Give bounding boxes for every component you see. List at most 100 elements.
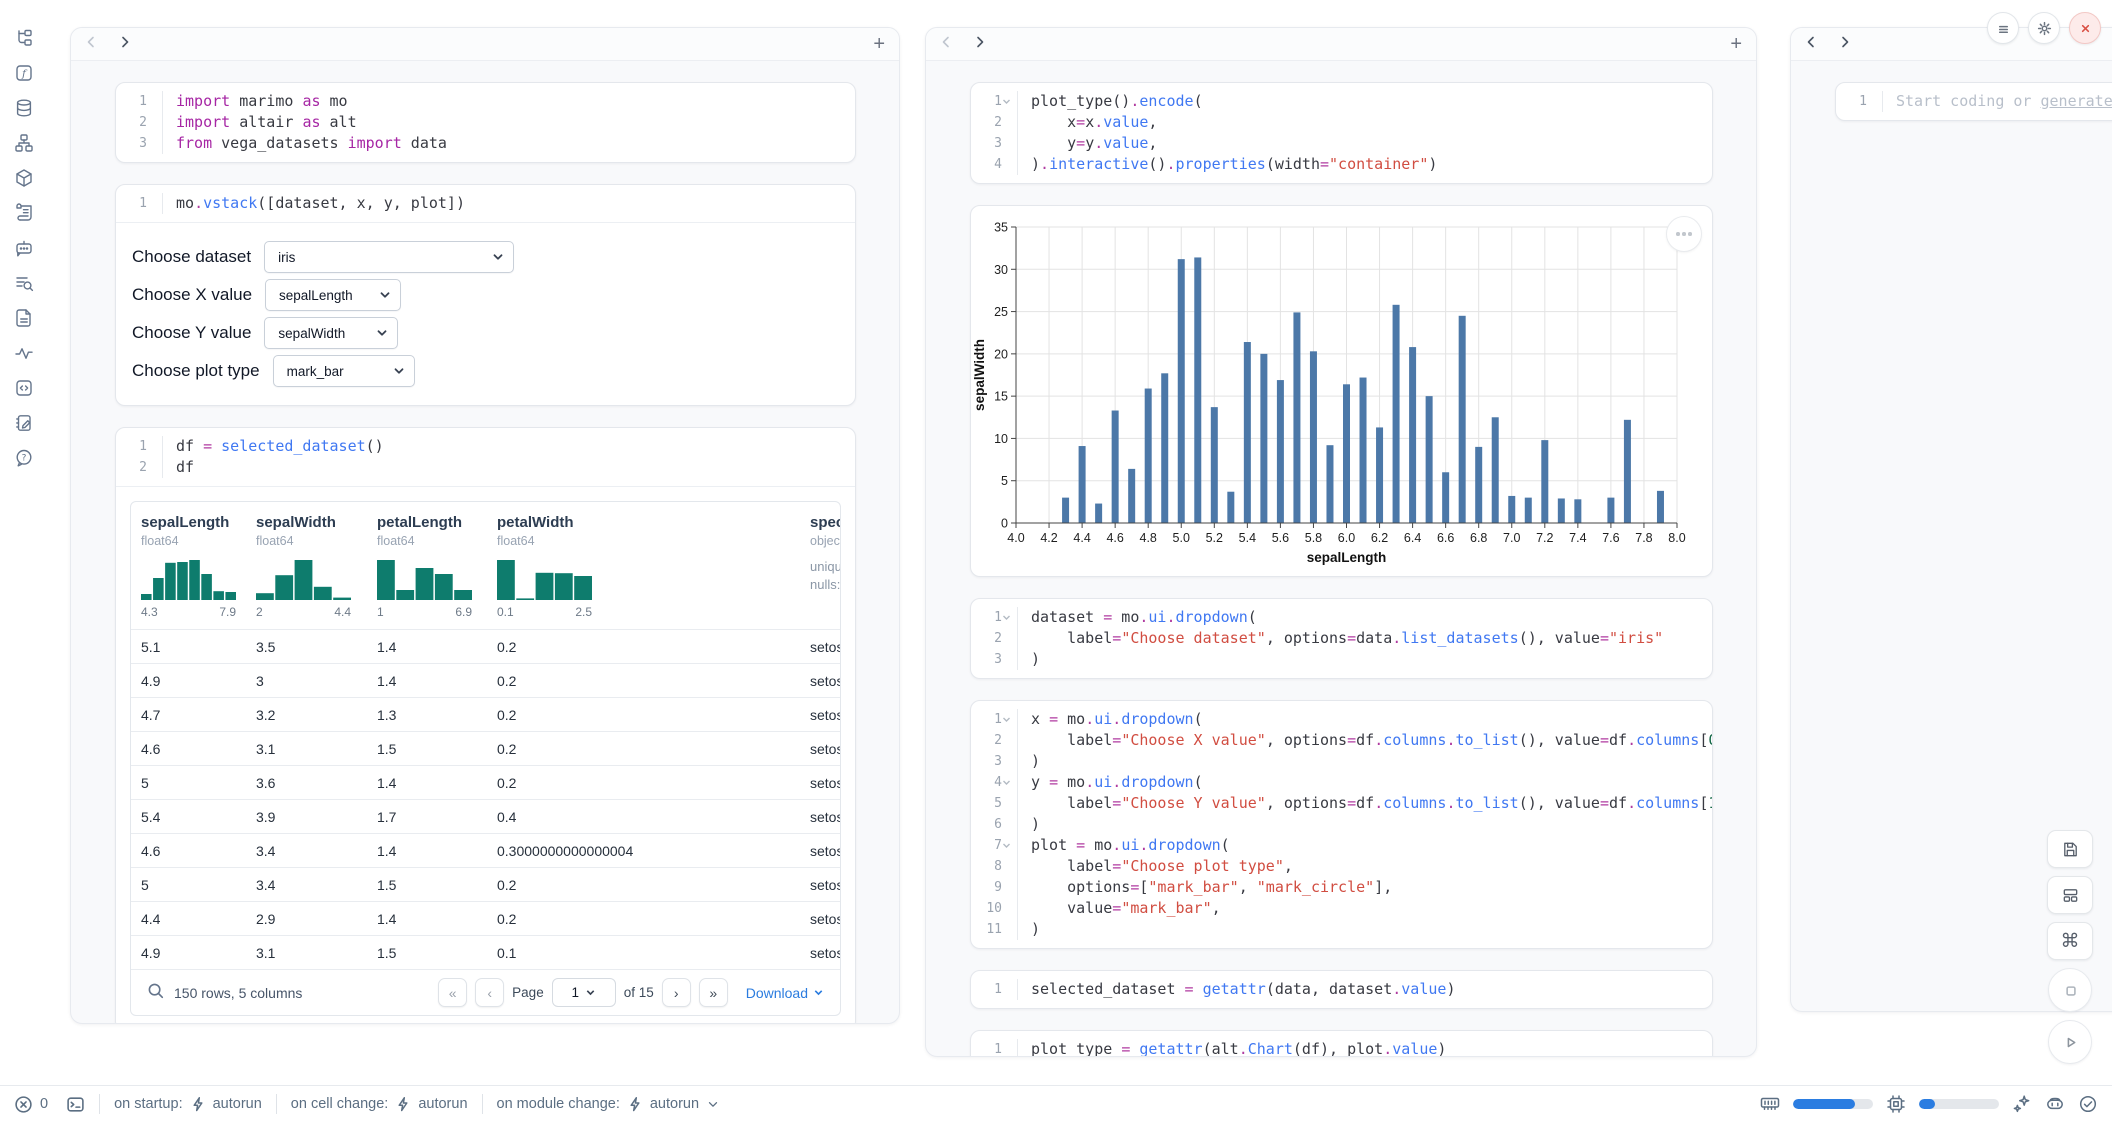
code-line: value="mark_bar", xyxy=(1031,898,1713,919)
sidebar-item-help[interactable]: ? xyxy=(10,444,37,471)
column-next-button[interactable] xyxy=(1839,35,1851,53)
fold-indicator-icon[interactable] xyxy=(1002,96,1013,107)
svg-text:7.2: 7.2 xyxy=(1536,531,1553,545)
dropdown-select-4[interactable]: mark_bar xyxy=(273,355,415,387)
menu-button[interactable] xyxy=(1987,12,2019,44)
line-number: 3 xyxy=(971,751,1017,772)
fold-indicator-icon[interactable] xyxy=(1002,714,1013,725)
close-button[interactable] xyxy=(2069,12,2101,44)
dataframe-table: sepalLengthfloat644.37.9sepalWidthfloat6… xyxy=(130,501,841,1016)
code-editor[interactable]: 1selected_dataset = getattr(data, datase… xyxy=(971,971,1712,1008)
table-header-sepalLength[interactable]: sepalLengthfloat644.37.9 xyxy=(131,502,246,629)
fold-indicator-icon[interactable] xyxy=(1002,612,1013,623)
svg-text:4.2: 4.2 xyxy=(1040,531,1057,545)
sidebar-item-snippets[interactable] xyxy=(10,374,37,401)
column-prev-button[interactable] xyxy=(1805,35,1817,53)
table-cell: 0.4 xyxy=(487,809,800,825)
sidebar-item-packages[interactable] xyxy=(10,164,37,191)
svg-text:20: 20 xyxy=(994,347,1008,361)
search-icon[interactable] xyxy=(147,982,164,1004)
next-page-button[interactable]: › xyxy=(662,978,691,1007)
table-footer: 150 rows, 5 columns«‹Page1of 15›»Downloa… xyxy=(131,969,840,1015)
column-prev-button[interactable] xyxy=(940,35,952,53)
fold-indicator-icon[interactable] xyxy=(1002,777,1013,788)
errors-indicator[interactable]: 0 xyxy=(14,1095,48,1114)
dropdown-select-3[interactable]: sepalWidth xyxy=(264,317,398,349)
connection-status-button[interactable] xyxy=(2078,1094,2098,1114)
code-editor[interactable]: 1mo.vstack([dataset, x, y, plot]) xyxy=(116,185,855,222)
settings-button[interactable] xyxy=(2028,12,2060,44)
sidebar-item-file-tree[interactable] xyxy=(10,24,37,51)
add-cell-button[interactable]: + xyxy=(1730,34,1742,54)
code-editor[interactable]: 123dataset = mo.ui.dropdown( label="Choo… xyxy=(971,599,1712,678)
code-editor[interactable]: 12df = selected_dataset()df xyxy=(116,428,855,486)
table-header-species[interactable]: speciesobjectuniquenulls: xyxy=(800,502,841,629)
column-max: 4.4 xyxy=(334,605,351,619)
sidebar-item-scratchpad[interactable] xyxy=(10,409,37,436)
sidebar-item-scripts[interactable] xyxy=(10,199,37,226)
code-content[interactable]: plot_type().encode( x=x.value, y=y.value… xyxy=(1018,91,1712,175)
save-button[interactable] xyxy=(2047,830,2093,868)
chevron-down-icon xyxy=(706,1097,720,1111)
code-editor[interactable]: 1plot_type = getattr(alt.Chart(df), plot… xyxy=(971,1031,1712,1057)
chevron-down-icon xyxy=(379,289,391,301)
code-content[interactable]: x = mo.ui.dropdown( label="Choose X valu… xyxy=(1018,709,1713,940)
fold-indicator-icon[interactable] xyxy=(1002,840,1013,851)
dropdown-select-1[interactable]: iris xyxy=(264,241,514,273)
code-editor[interactable]: 1234plot_type().encode( x=x.value, y=y.v… xyxy=(971,83,1712,183)
sidebar-item-documentation[interactable] xyxy=(10,304,37,331)
page-select[interactable]: 1 xyxy=(552,978,616,1007)
sidebar-item-logs-search[interactable] xyxy=(10,269,37,296)
stop-button[interactable] xyxy=(2048,968,2092,1012)
runtime-config-2[interactable]: on cell change:autorun xyxy=(291,1096,468,1112)
sidebar-item-tracing[interactable] xyxy=(10,339,37,366)
code-content[interactable]: mo.vstack([dataset, x, y, plot]) xyxy=(163,193,855,214)
run-button[interactable] xyxy=(2048,1020,2092,1064)
chevron-down-icon xyxy=(813,987,824,998)
code-editor[interactable]: 1Start coding or generate with xyxy=(1836,83,2112,120)
table-header-sepalWidth[interactable]: sepalWidthfloat6424.4 xyxy=(246,502,367,629)
svg-text:7.6: 7.6 xyxy=(1602,531,1619,545)
dropdown-select-2[interactable]: sepalLength xyxy=(265,279,401,311)
copilot-button[interactable] xyxy=(2045,1094,2065,1114)
layout-button[interactable] xyxy=(2047,876,2093,914)
runtime-config-3[interactable]: on module change:autorun xyxy=(497,1096,721,1112)
column-next-button[interactable] xyxy=(974,35,986,53)
code-editor[interactable]: 1234567891011x = mo.ui.dropdown( label="… xyxy=(971,701,1712,948)
code-content[interactable]: dataset = mo.ui.dropdown( label="Choose … xyxy=(1018,607,1712,670)
terminal-button[interactable] xyxy=(66,1095,85,1114)
notebook-column-2: + 1234plot_type().encode( x=x.value, y=y… xyxy=(925,27,1757,1057)
chart-menu-button[interactable] xyxy=(1666,216,1702,252)
code-content[interactable]: selected_dataset = getattr(data, dataset… xyxy=(1018,979,1712,1000)
sidebar-item-helper-functions[interactable]: f xyxy=(10,59,37,86)
table-cell: 3.6 xyxy=(246,775,367,791)
previous-page-button[interactable]: ‹ xyxy=(475,978,504,1007)
ai-assistant-button[interactable] xyxy=(2012,1094,2032,1114)
column-next-button[interactable] xyxy=(119,35,131,53)
first-page-button[interactable]: « xyxy=(438,978,467,1007)
table-header-petalLength[interactable]: petalLengthfloat6416.9 xyxy=(367,502,487,629)
download-button[interactable]: Download xyxy=(746,985,824,1001)
code-content[interactable]: plot_type = getattr(alt.Chart(df), plot.… xyxy=(1018,1039,1712,1057)
code-content[interactable]: df = selected_dataset()df xyxy=(163,436,855,478)
code-content[interactable]: import marimo as moimport altair as altf… xyxy=(163,91,855,154)
table-cell: 0.2 xyxy=(487,911,800,927)
column-name: petalWidth xyxy=(497,514,800,531)
sidebar-item-chat[interactable] xyxy=(10,234,37,261)
table-header-petalWidth[interactable]: petalWidthfloat640.12.5 xyxy=(487,502,800,629)
table-cell: 0.2 xyxy=(487,775,800,791)
code-content[interactable]: Start coding or generate with xyxy=(1883,91,2112,112)
code-editor[interactable]: 123import marimo as moimport altair as a… xyxy=(116,83,855,162)
add-cell-button[interactable]: + xyxy=(873,34,885,54)
column-prev-button[interactable] xyxy=(85,35,97,53)
left-sidebar: f? xyxy=(0,0,47,1104)
sidebar-item-dependency-graph[interactable] xyxy=(10,129,37,156)
command-button[interactable]: ⌘ xyxy=(2047,922,2093,960)
column-min: 1 xyxy=(377,605,384,619)
sidebar-item-datasources[interactable] xyxy=(10,94,37,121)
table-cell: 3.9 xyxy=(246,809,367,825)
bar-chart[interactable]: 4.04.24.44.64.85.05.25.45.65.86.06.26.46… xyxy=(971,213,1712,569)
line-number-gutter: 123 xyxy=(971,607,1018,670)
last-page-button[interactable]: » xyxy=(699,978,728,1007)
runtime-config-1[interactable]: on startup:autorun xyxy=(114,1096,262,1112)
